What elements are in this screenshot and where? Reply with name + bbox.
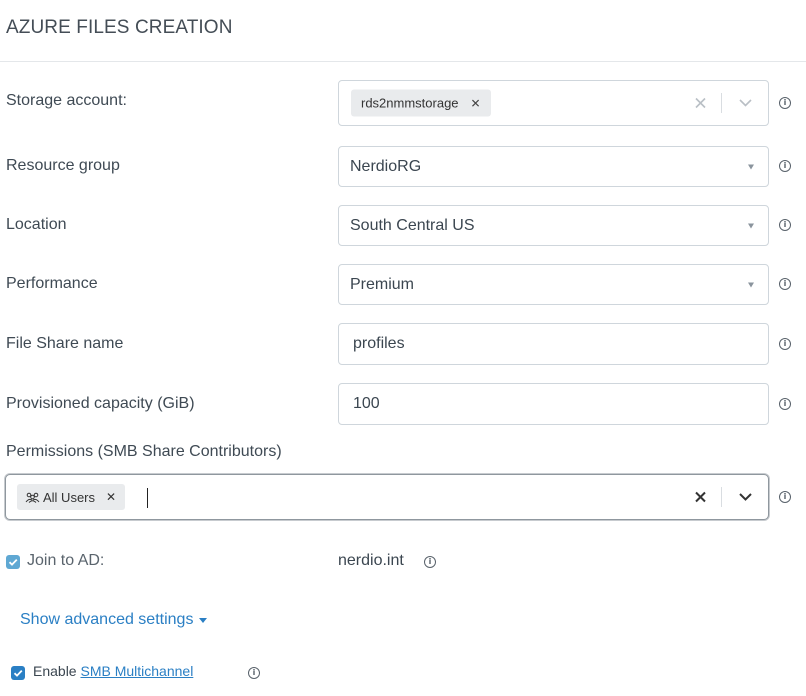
text-cursor (147, 488, 148, 508)
title-divider (0, 61, 806, 62)
info-icon[interactable]: i (779, 97, 791, 109)
info-icon[interactable]: i (779, 338, 791, 350)
remove-tag-icon[interactable]: ✕ (471, 96, 481, 110)
smb-multichannel-row: Enable SMB Multichannel (33, 663, 193, 679)
storage-account-tag-label: rds2nmmstorage (361, 95, 459, 111)
info-icon[interactable]: i (248, 667, 260, 679)
info-icon[interactable]: i (779, 398, 791, 410)
provisioned-capacity-label: Provisioned capacity (GiB) (6, 395, 195, 412)
smb-multichannel-checkbox[interactable] (11, 666, 25, 680)
file-share-name-value: profiles (353, 335, 405, 352)
check-icon (13, 669, 23, 677)
info-icon[interactable]: i (779, 278, 791, 290)
permissions-tag-label: All Users (43, 489, 96, 505)
info-icon[interactable]: i (779, 160, 791, 172)
location-select[interactable]: South Central US (338, 205, 769, 246)
file-share-name-label: File Share name (6, 335, 124, 352)
page-title: AZURE FILES CREATION (6, 17, 233, 38)
performance-select[interactable]: Premium (338, 264, 769, 305)
location-value: South Central US (350, 216, 475, 234)
storage-account-tag: rds2nmmstorage ✕ (351, 89, 491, 117)
info-icon[interactable]: i (424, 556, 436, 568)
location-label: Location (6, 216, 67, 233)
clear-x-icon[interactable] (695, 491, 706, 503)
permissions-select[interactable]: All Users ✕ (5, 474, 769, 520)
chevron-down-icon[interactable] (739, 493, 752, 501)
info-icon[interactable]: i (779, 219, 791, 231)
resource-group-value: NerdioRG (350, 157, 422, 175)
provisioned-capacity-input[interactable]: 100 (338, 383, 769, 425)
join-ad-checkbox[interactable] (6, 555, 20, 569)
show-advanced-settings-link[interactable]: Show advanced settings (20, 611, 208, 629)
caret-down-icon (748, 282, 754, 287)
join-ad-domain: nerdio.int (338, 552, 404, 569)
clear-x-icon[interactable] (695, 97, 706, 109)
resource-group-select[interactable]: NerdioRG (338, 146, 769, 187)
separator (721, 487, 722, 507)
caret-down-icon (748, 223, 754, 228)
smb-enable-label: Enable (33, 663, 77, 679)
separator (721, 93, 722, 113)
remove-tag-icon[interactable]: ✕ (106, 490, 116, 504)
info-icon[interactable]: i (779, 491, 791, 503)
performance-value: Premium (350, 275, 415, 293)
show-advanced-settings-label: Show advanced settings (20, 611, 194, 628)
permissions-label: Permissions (SMB Share Contributors) (6, 443, 282, 460)
check-icon (8, 558, 18, 566)
provisioned-capacity-value: 100 (353, 395, 380, 412)
storage-account-label: Storage account: (6, 92, 127, 109)
performance-label: Performance (6, 275, 98, 292)
permissions-tag: All Users ✕ (17, 484, 126, 510)
chevron-down-icon[interactable] (739, 99, 752, 107)
caret-down-icon (199, 617, 208, 623)
resource-group-label: Resource group (6, 157, 120, 174)
smb-multichannel-link[interactable]: SMB Multichannel (80, 663, 193, 679)
users-group-icon (25, 492, 40, 503)
caret-down-icon (748, 164, 754, 169)
join-ad-label: Join to AD: (27, 552, 105, 569)
file-share-name-input[interactable]: profiles (338, 323, 769, 365)
storage-account-select[interactable]: rds2nmmstorage ✕ (338, 80, 769, 126)
